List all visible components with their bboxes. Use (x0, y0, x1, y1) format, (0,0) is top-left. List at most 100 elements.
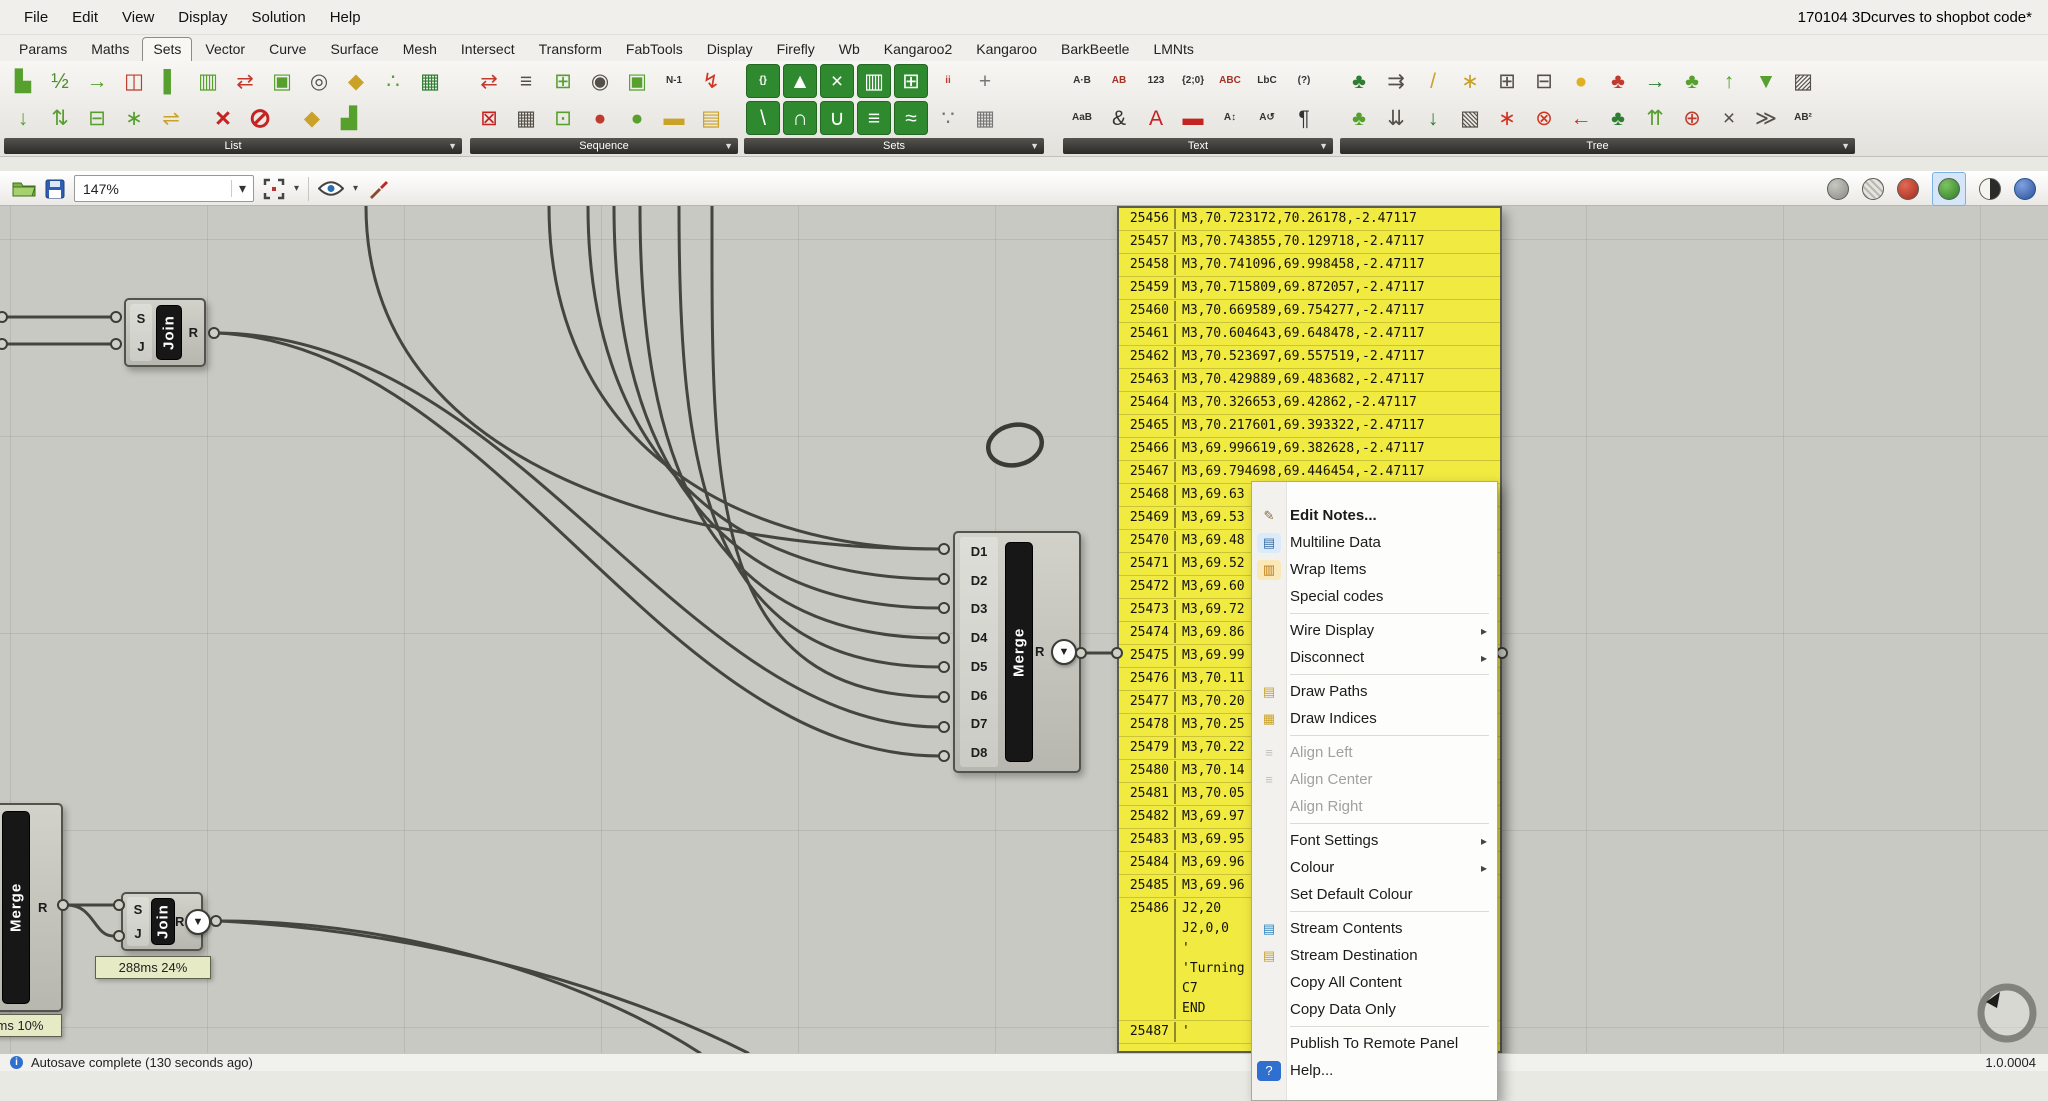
category-tab[interactable]: FabTools (615, 37, 694, 61)
wire-grip[interactable] (938, 661, 950, 673)
toolbar-icon[interactable]: + (968, 64, 1002, 98)
wire-grip[interactable] (57, 899, 69, 911)
toolbar-icon[interactable]: ▲ (783, 64, 817, 98)
toolbar-icon[interactable]: A (1139, 101, 1173, 135)
category-tab[interactable]: Surface (319, 37, 389, 61)
menu-bar-item[interactable]: Edit (60, 4, 110, 31)
toolbar-icon[interactable]: ⊕ (1675, 101, 1709, 135)
toolbar-icon[interactable]: ↓ (6, 101, 40, 135)
toolbar-icon[interactable]: ▤ (694, 101, 728, 135)
wire-grip[interactable] (938, 691, 950, 703)
join-label[interactable]: Join (156, 305, 182, 360)
toolbar-icon[interactable]: ↑ (1712, 64, 1746, 98)
menu-bar-item[interactable]: Display (166, 4, 239, 31)
toolbar-icon[interactable]: ⊘ (243, 101, 277, 135)
toolbar-icon[interactable]: ⇄ (472, 64, 506, 98)
group-label-tree[interactable]: Tree (1340, 138, 1855, 154)
category-tab[interactable]: LMNts (1142, 37, 1204, 61)
merge-label[interactable]: Merge (1005, 542, 1033, 762)
input-param[interactable]: S (127, 897, 149, 922)
category-tab[interactable]: BarkBeetle (1050, 37, 1140, 61)
toolbar-icon[interactable]: → (80, 64, 114, 98)
toolbar-icon[interactable]: ↯ (694, 64, 728, 98)
toolbar-icon[interactable]: ⊞ (894, 64, 928, 98)
toolbar-icon[interactable]: ▧ (1453, 101, 1487, 135)
wire-grip[interactable] (110, 338, 122, 350)
wire-grip[interactable] (210, 915, 222, 927)
context-menu-item[interactable] (1252, 613, 1497, 614)
wire-grip[interactable] (110, 311, 122, 323)
toolbar-icon[interactable]: ∗ (117, 101, 151, 135)
category-tab[interactable]: Display (696, 37, 764, 61)
input-param[interactable]: D8 (960, 738, 998, 767)
toolbar-icon[interactable]: → (1638, 64, 1672, 98)
toolbar-icon[interactable]: ▦ (509, 101, 543, 135)
toolbar-icon[interactable]: ▨ (1786, 64, 1820, 98)
toolbar-icon[interactable]: ⇈ (1638, 101, 1672, 135)
preview-menu-arrow-icon[interactable] (353, 183, 358, 194)
menu-bar-item[interactable]: File (12, 4, 60, 31)
preview-blue-icon[interactable] (2014, 178, 2036, 200)
toolbar-icon[interactable]: ▥ (857, 64, 891, 98)
input-param[interactable]: D2 (960, 566, 998, 595)
wire-grip[interactable] (938, 602, 950, 614)
toolbar-icon[interactable]: ● (583, 101, 617, 135)
wire-grip[interactable] (1111, 647, 1123, 659)
zoom-level-select[interactable]: 147% (74, 175, 254, 202)
toolbar-icon[interactable]: ♣ (1342, 101, 1376, 135)
context-menu-item[interactable]: ▤ Stream Destination (1252, 942, 1497, 969)
context-menu-item[interactable]: Font Settings (1252, 827, 1497, 854)
join-component[interactable]: SJ Join R (124, 298, 206, 367)
input-param[interactable]: D1 (960, 537, 998, 566)
toolbar-icon[interactable]: × (206, 101, 240, 135)
toolbar-icon[interactable]: ⇄ (228, 64, 262, 98)
toolbar-icon[interactable]: ⊠ (472, 101, 506, 135)
merge-label[interactable]: Merge (2, 811, 30, 1004)
toolbar-icon[interactable]: ½ (43, 64, 77, 98)
context-menu-item[interactable]: ▤ Multiline Data (1252, 529, 1497, 556)
preview-halftone-icon[interactable] (1979, 178, 2001, 200)
toolbar-icon[interactable]: / (1416, 64, 1450, 98)
context-menu-item[interactable]: ≡ Align Left (1252, 739, 1497, 766)
toolbar-icon[interactable]: ⇌ (154, 101, 188, 135)
group-expand-icon[interactable] (448, 141, 457, 151)
category-tab[interactable]: Vector (194, 37, 256, 61)
toolbar-icon[interactable]: ⇊ (1379, 101, 1413, 135)
toolbar-icon[interactable]: ♣ (1675, 64, 1709, 98)
open-file-button[interactable] (12, 179, 36, 198)
toolbar-icon[interactable]: ▣ (620, 64, 654, 98)
input-param[interactable]: D7 (960, 710, 998, 739)
toolbar-icon[interactable]: A·B (1065, 64, 1099, 98)
menu-bar-item[interactable]: View (110, 4, 166, 31)
toolbar-icon[interactable]: N-1 (657, 64, 691, 98)
toolbar-icon[interactable] (191, 101, 203, 135)
toolbar-icon[interactable]: ▼ (1749, 64, 1783, 98)
output-param[interactable]: R (38, 900, 47, 915)
group-label-list[interactable]: List (4, 138, 462, 154)
toolbar-icon[interactable]: ↓ (1416, 101, 1450, 135)
toolbar-icon[interactable]: ▣ (265, 64, 299, 98)
wire-grip[interactable] (938, 543, 950, 555)
toolbar-icon[interactable]: ≫ (1749, 101, 1783, 135)
menu-bar-item[interactable]: Help (318, 4, 373, 31)
wire-grip[interactable] (938, 750, 950, 762)
toolbar-icon[interactable]: ♣ (1601, 101, 1635, 135)
toolbar-icon[interactable]: (?) (1287, 64, 1321, 98)
zoom-extents-button[interactable] (263, 178, 285, 200)
toolbar-icon[interactable]: AB² (1786, 101, 1820, 135)
canvas-paint-button[interactable] (367, 178, 389, 200)
toolbar-icon[interactable]: ● (1564, 64, 1598, 98)
toolbar-icon[interactable]: ◉ (583, 64, 617, 98)
toolbar-icon[interactable]: ◆ (295, 101, 329, 135)
input-param[interactable]: D4 (960, 623, 998, 652)
merge-component-2[interactable]: Merge R (0, 803, 63, 1012)
toolbar-icon[interactable]: ∗ (1490, 101, 1524, 135)
context-menu-item[interactable]: ✎ Edit Notes... (1252, 502, 1497, 529)
toolbar-icon[interactable]: A↕ (1213, 101, 1247, 135)
output-param[interactable]: R (189, 325, 198, 340)
toolbar-icon[interactable]: \ (746, 101, 780, 135)
toolbar-icon[interactable]: ⇅ (43, 101, 77, 135)
context-menu-item[interactable]: ≡ Align Center (1252, 766, 1497, 793)
context-menu-item[interactable] (1252, 735, 1497, 736)
canvas-compass-widget[interactable] (1972, 978, 2042, 1048)
